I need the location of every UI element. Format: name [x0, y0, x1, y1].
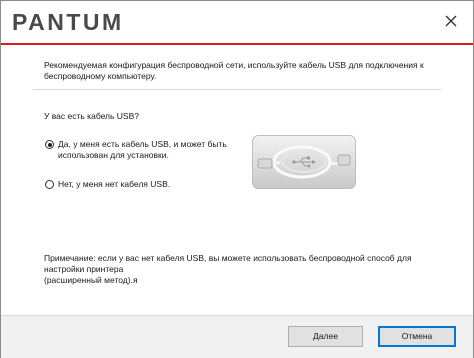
content-panel: Рекомендуемая конфигурация беспроводной …: [1, 45, 473, 315]
note-line-1: Примечание: если у вас нет кабеля USB, в…: [44, 253, 412, 274]
note-text: Примечание: если у вас нет кабеля USB, в…: [44, 253, 444, 286]
close-button[interactable]: [441, 11, 461, 31]
option-has-usb-label-2: использован для установки.: [58, 150, 169, 160]
cancel-button[interactable]: Отмена: [378, 326, 456, 347]
next-button[interactable]: Далее: [288, 326, 363, 347]
separator: [33, 89, 441, 90]
pantum-logo: PANTUM: [12, 9, 124, 35]
intro-text: Рекомендуемая конфигурация беспроводной …: [44, 60, 424, 81]
option-no-usb-label: Нет, у меня нет кабеля USB.: [58, 179, 171, 189]
footer-bar: Далее Отмена: [1, 315, 473, 358]
radio-has-usb[interactable]: [45, 140, 54, 149]
usb-cable-icon: [252, 135, 356, 189]
option-has-usb-label-1: Да, у меня есть кабель USB, и может быть: [58, 139, 227, 149]
note-line-2: (расширенный метод).я: [44, 275, 138, 285]
installer-window: PANTUM Рекомендуемая конфигурация беспро…: [0, 0, 474, 358]
option-no-usb[interactable]: Нет, у меня нет кабеля USB.: [45, 179, 170, 190]
close-icon: [445, 15, 457, 27]
usb-question: У вас есть кабель USB?: [44, 111, 139, 121]
title-bar: PANTUM: [1, 1, 473, 43]
radio-no-usb[interactable]: [45, 180, 54, 189]
option-has-usb[interactable]: Да, у меня есть кабель USB, и может быть…: [45, 139, 227, 161]
